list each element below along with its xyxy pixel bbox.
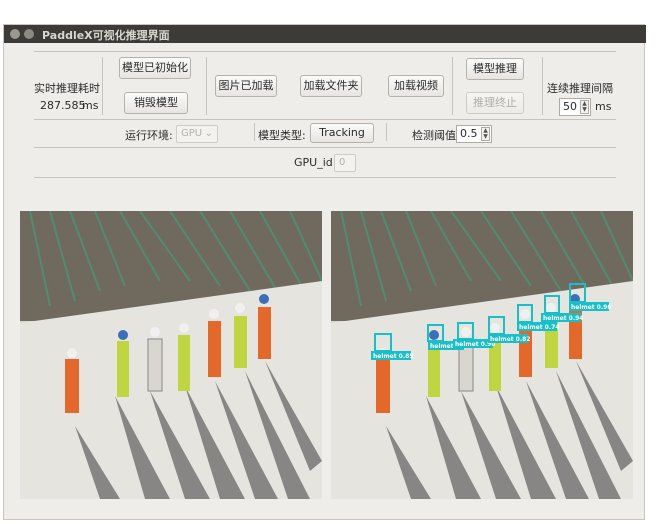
model-type-button[interactable]: Tracking [310,123,374,143]
latency-unit: ms [82,99,99,112]
threshold-value: 0.5 [460,127,478,140]
model-type-label: 模型类型: [258,129,306,142]
model-infer-button[interactable]: 模型推理 [466,58,524,80]
gpu-id-label: GPU_id [294,156,333,169]
divider [34,147,616,148]
interval-unit: ms [595,100,612,113]
load-video-button[interactable]: 加载视频 [388,75,444,97]
result-image-svg: helmet 0.85 helmet 0.9 helmet 0.90 helme… [331,211,633,499]
window-title: PaddleX可视化推理界面 [42,29,170,42]
image-loaded-button[interactable]: 图片已加载 [215,75,277,97]
result-image: helmet 0.85 helmet 0.9 helmet 0.90 helme… [331,211,633,499]
minimize-window-button[interactable] [24,29,34,39]
load-folder-button[interactable]: 加载文件夹 [300,75,362,97]
divider [34,119,616,120]
interval-spinbox[interactable]: 50 ▲ ▼ [559,98,591,116]
chevron-down-icon: ⌄ [204,128,213,139]
destroy-model-button[interactable]: 销毁模型 [124,92,188,114]
divider [254,123,255,141]
divider [206,57,207,115]
detection-label: helmet 0.94 [543,315,583,322]
divider [102,57,103,115]
infer-stop-button[interactable]: 推理终止 [466,92,524,114]
bottom-divider [34,177,616,178]
latency-title: 实时推理耗时 [34,82,100,95]
interval-value: 50 [563,100,577,113]
env-select[interactable]: GPU ⌄ [176,125,218,143]
env-label: 运行环境: [125,129,173,142]
divider [386,123,387,141]
close-window-button[interactable] [10,29,20,39]
original-image-svg [20,211,322,499]
env-value: GPU [181,128,203,139]
divider [542,57,543,115]
detection-label: helmet 0.82 [490,336,530,343]
top-divider [34,51,616,52]
model-initialized-button[interactable]: 模型已初始化 [119,57,191,79]
spin-arrows-icon[interactable]: ▲ ▼ [481,127,490,141]
spin-arrows-icon[interactable]: ▲ ▼ [580,100,589,114]
detection-label: helmet 0.96 [571,304,611,311]
app-window: PaddleX可视化推理界面 实时推理耗时 287.585 ms 模型已初始化 … [3,24,646,520]
detection-label: helmet 0.85 [373,353,413,360]
original-image [20,211,322,499]
gpu-id-value: 0 [339,157,346,168]
gpu-id-field[interactable]: 0 [334,154,356,172]
detection-label: helmet 0.74 [519,324,559,331]
threshold-label: 检测阈值 [412,129,456,142]
title-bar: PaddleX可视化推理界面 [4,25,646,43]
interval-label: 连续推理间隔 [547,82,613,95]
latency-value: 287.585 [40,99,86,112]
divider [452,57,453,115]
threshold-spinbox[interactable]: 0.5 ▲ ▼ [456,125,492,143]
